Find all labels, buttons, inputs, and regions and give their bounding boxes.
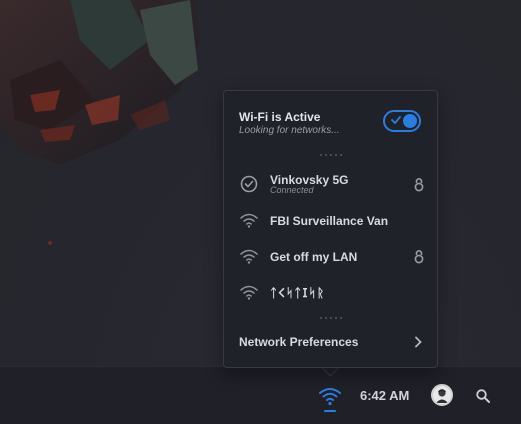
divider-dots xyxy=(320,154,342,157)
avatar[interactable] xyxy=(431,384,453,406)
network-item-vinkovsky-5g[interactable]: Vinkovsky 5G Connected xyxy=(224,168,437,200)
network-name: ᛏ𐌂ᛋᛏ𐌆ᛋᚱ xyxy=(270,286,326,300)
network-name: FBI Surveillance Van xyxy=(270,214,389,228)
wifi-popup: Wi-Fi is Active Looking for networks... … xyxy=(223,90,438,368)
chevron-right-icon xyxy=(415,336,422,348)
taskbar: 6:42 AM xyxy=(0,366,521,424)
wifi-icon xyxy=(240,285,258,300)
network-preferences-button[interactable]: Network Preferences xyxy=(224,331,437,353)
lock-icon xyxy=(414,177,424,192)
network-item-get-off-my-lan[interactable]: Get off my LAN xyxy=(224,240,437,272)
network-preferences-label: Network Preferences xyxy=(239,335,359,349)
wifi-icon xyxy=(240,249,258,264)
clock[interactable]: 6:42 AM xyxy=(360,388,409,403)
toggle-knob xyxy=(403,114,417,128)
wifi-status-title: Wi-Fi is Active xyxy=(239,110,321,124)
network-status: Connected xyxy=(270,185,314,195)
network-name: Get off my LAN xyxy=(270,250,358,264)
divider-dots xyxy=(320,317,342,320)
search-icon[interactable] xyxy=(475,388,491,404)
taskbar-wifi-icon[interactable] xyxy=(318,385,342,412)
lock-icon xyxy=(414,249,424,264)
check-circle-icon xyxy=(240,175,258,193)
network-item-fbi-surveillance-van[interactable]: FBI Surveillance Van xyxy=(224,204,437,236)
wifi-status-subtitle: Looking for networks... xyxy=(239,125,340,136)
wifi-toggle[interactable] xyxy=(383,110,421,132)
network-item-glyph-network[interactable]: ᛏ𐌂ᛋᛏ𐌆ᛋᚱ xyxy=(224,276,437,308)
wifi-icon xyxy=(240,213,258,228)
check-icon xyxy=(391,116,401,124)
